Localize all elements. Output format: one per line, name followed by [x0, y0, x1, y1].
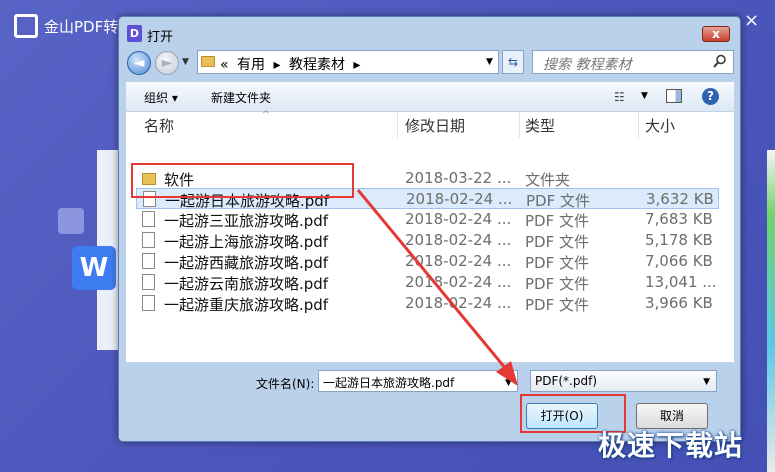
filename-input[interactable]: 一起游日本旅游攻略.pdf — [318, 370, 518, 392]
pdf-file-icon — [142, 295, 155, 311]
pdf-app-icon: D — [127, 25, 142, 42]
file-type: 文件夹 — [525, 171, 571, 189]
file-type: PDF 文件 — [525, 254, 589, 272]
column-header-modified[interactable]: 修改日期 — [405, 115, 465, 136]
file-list: ^ 名称 修改日期 类型 大小 软件 2018-03-22 ... 文件夹 一起… — [125, 110, 735, 363]
file-row[interactable]: 一起游上海旅游攻略.pdf 2018-02-24 ... PDF 文件 5,17… — [136, 230, 719, 251]
file-row[interactable]: 一起游云南旅游攻略.pdf 2018-02-24 ... PDF 文件 13,0… — [136, 272, 719, 293]
breadcrumb-item-jiaocheng[interactable]: 教程素材 — [289, 57, 345, 73]
address-row: ◄ ► ▼ « 有用 ▸ 教程素材 ▸ ▼ ⇆ 搜索 教程素材 — [119, 47, 740, 77]
dialog-close-button[interactable]: x — [702, 26, 730, 42]
file-size: 7,066 KB — [645, 252, 713, 270]
file-name: 一起游云南旅游攻略.pdf — [164, 275, 329, 293]
file-size: 5,178 KB — [645, 231, 713, 249]
pdf-file-icon — [142, 274, 155, 290]
file-modified: 2018-03-22 ... — [405, 169, 512, 187]
file-type: PDF 文件 — [525, 296, 589, 314]
help-icon[interactable]: ? — [702, 88, 719, 105]
file-row[interactable]: 一起游重庆旅游攻略.pdf 2018-02-24 ... PDF 文件 3,96… — [136, 293, 719, 314]
pdf-file-icon — [142, 211, 155, 227]
new-folder-button[interactable]: 新建文件夹 — [211, 89, 271, 106]
file-row[interactable]: 一起游西藏旅游攻略.pdf 2018-02-24 ... PDF 文件 7,06… — [136, 251, 719, 272]
organize-button[interactable]: 组织 ▾ — [144, 89, 178, 106]
file-name: 一起游西藏旅游攻略.pdf — [164, 254, 329, 272]
refresh-button[interactable]: ⇆ — [502, 50, 524, 74]
file-modified: 2018-02-24 ... — [406, 190, 513, 208]
file-modified: 2018-02-24 ... — [405, 294, 512, 312]
file-modified: 2018-02-24 ... — [405, 210, 512, 228]
preview-pane-icon[interactable] — [666, 89, 682, 103]
recent-locations-dropdown-icon[interactable]: ▼ — [182, 57, 189, 67]
app-decoration — [58, 208, 84, 234]
address-dropdown-icon[interactable]: ▼ — [486, 57, 493, 67]
highlight-selected-file — [131, 163, 354, 198]
chevron-down-icon: ▼ — [703, 377, 710, 387]
pdf-file-icon — [142, 232, 155, 248]
file-modified: 2018-02-24 ... — [405, 273, 512, 291]
dialog-toolbar: 组织 ▾ 新建文件夹 ☷ ▼ ? — [125, 81, 735, 111]
file-size: 13,041 ... — [645, 273, 717, 291]
search-placeholder: 搜索 教程素材 — [543, 57, 632, 73]
open-file-dialog: D 打开 x ◄ ► ▼ « 有用 ▸ 教程素材 ▸ ▼ ⇆ 搜索 教程素材 组… — [118, 16, 741, 442]
file-type: PDF 文件 — [525, 233, 589, 251]
breadcrumb-item-youyong[interactable]: 有用 — [237, 57, 265, 73]
file-name: 一起游三亚旅游攻略.pdf — [164, 212, 329, 230]
pdf-file-icon — [142, 253, 155, 269]
filename-dropdown-icon[interactable]: ▼ — [505, 378, 512, 388]
file-name: 一起游上海旅游攻略.pdf — [164, 233, 329, 251]
filetype-value: PDF(*.pdf) — [535, 374, 598, 388]
file-size: 3,966 KB — [645, 294, 713, 312]
column-header-type[interactable]: 类型 — [525, 115, 555, 136]
file-name: 一起游重庆旅游攻略.pdf — [164, 296, 329, 314]
column-divider[interactable] — [638, 112, 639, 138]
file-type: PDF 文件 — [526, 192, 590, 210]
search-input[interactable]: 搜索 教程素材 — [532, 50, 734, 74]
file-size: 7,683 KB — [645, 210, 713, 228]
view-options-icon[interactable]: ☷ — [614, 90, 625, 104]
filetype-select[interactable]: PDF(*.pdf) ▼ — [530, 370, 717, 392]
sort-indicator-icon: ^ — [262, 110, 270, 120]
view-dropdown-icon[interactable]: ▼ — [641, 91, 648, 101]
file-row[interactable]: 一起游三亚旅游攻略.pdf 2018-02-24 ... PDF 文件 7,68… — [136, 209, 719, 230]
forward-button[interactable]: ► — [155, 51, 179, 75]
app-close-icon[interactable]: × — [744, 10, 759, 31]
breadcrumb-overflow[interactable]: « — [220, 57, 229, 73]
file-size: 3,632 KB — [646, 190, 714, 208]
breadcrumb: « 有用 ▸ 教程素材 ▸ — [220, 54, 364, 74]
column-header-size[interactable]: 大小 — [645, 115, 675, 136]
wps-w-icon: W — [72, 246, 116, 290]
app-logo-icon — [14, 14, 38, 38]
address-bar[interactable]: « 有用 ▸ 教程素材 ▸ ▼ — [197, 50, 499, 74]
desktop-edge — [767, 150, 775, 472]
folder-icon — [201, 56, 215, 67]
column-header-name[interactable]: 名称 — [144, 115, 174, 136]
column-divider[interactable] — [397, 112, 398, 138]
filename-label: 文件名(N): — [256, 377, 315, 391]
file-type: PDF 文件 — [525, 212, 589, 230]
file-type: PDF 文件 — [525, 275, 589, 293]
search-icon — [713, 54, 726, 68]
file-modified: 2018-02-24 ... — [405, 231, 512, 249]
back-button[interactable]: ◄ — [127, 51, 151, 75]
dialog-title: 打开 — [147, 30, 174, 45]
watermark: 极速下载站 — [598, 429, 744, 462]
breadcrumb-separator-icon[interactable]: ▸ — [273, 57, 280, 73]
breadcrumb-separator-icon[interactable]: ▸ — [353, 57, 360, 73]
file-modified: 2018-02-24 ... — [405, 252, 512, 270]
dialog-titlebar: D 打开 x — [119, 17, 740, 49]
app-title: 金山PDF转 — [44, 18, 119, 36]
column-divider[interactable] — [519, 112, 520, 138]
